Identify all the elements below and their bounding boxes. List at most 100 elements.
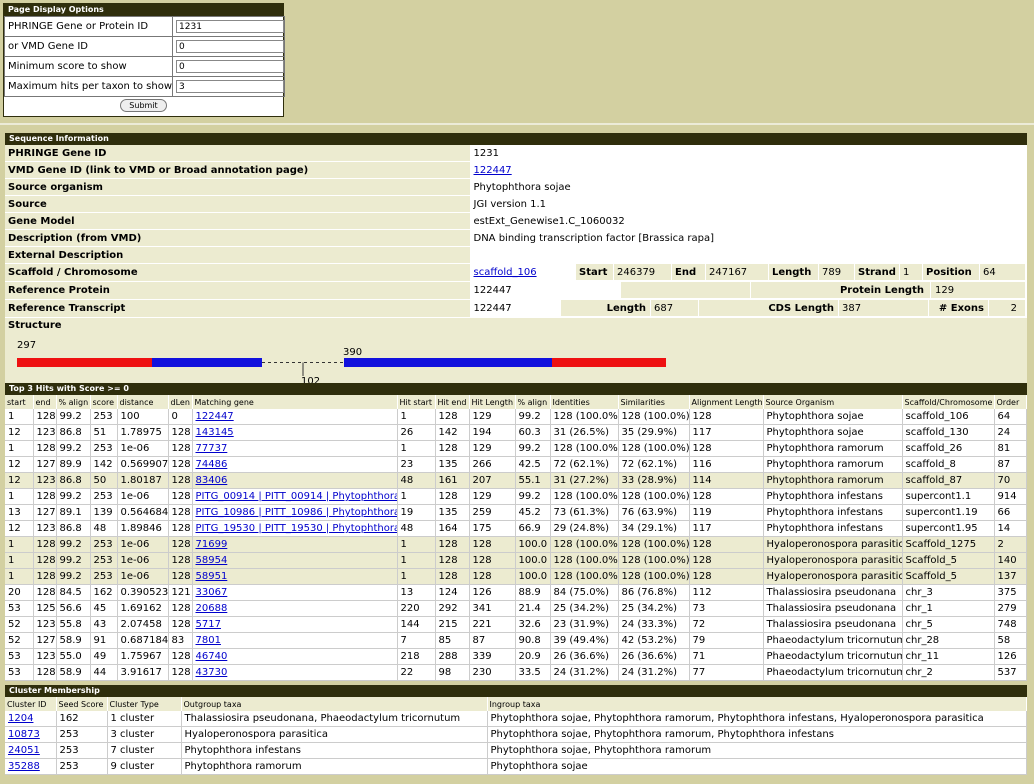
hit-cell: 1 [5,488,34,505]
hit-cell: Hyaloperonospora parasitica [763,536,903,553]
hit-cell: 32.6 [515,616,551,633]
hit-cell: 31 (26.5%) [550,424,619,441]
hit-cell: 128 (100.0%) [550,409,619,425]
submit-button[interactable]: Submit [120,99,167,112]
hit-row: 13 127 89.1 139 0.564684 128 PITG_10986 | PITT… [5,504,1027,521]
hit-cell: 128 (100.0%) [618,552,690,569]
matching-gene-link[interactable]: 74486 [196,459,228,470]
hit-cell: 126 [994,648,1027,665]
matching-gene-link[interactable]: 143145 [196,427,234,438]
hit-cell: 29 (24.8%) [550,520,619,537]
hit-cell: 112 [689,584,764,601]
hits-column-header: Hit start [397,395,436,409]
hit-cell: 24 [994,424,1027,441]
source-label: Source [5,195,471,213]
hit-cell: 128 [469,536,516,553]
hit-cell: 1e-06 [117,552,169,569]
hit-row: 53 128 58.9 44 3.91617 128 43730 22 98 230 33.5 24 … [5,664,1027,681]
matching-gene-link[interactable]: PITG_19530 | PITT_19530 | Phytophthora i [196,523,397,534]
hit-cell: 1.69162 [117,600,169,617]
hit-cell: 128 [469,552,516,569]
matching-gene-link[interactable]: 46740 [196,651,228,662]
hit-cell: 128 (100.0%) [550,536,619,553]
matching-gene-link[interactable]: 58951 [196,571,228,582]
matching-gene-link[interactable]: 7801 [196,635,221,646]
cluster-id-link[interactable]: 24051 [8,745,40,756]
hit-cell: chr_11 [902,648,995,665]
hit-cell: 76 (63.9%) [618,504,690,521]
hit-cell: 253 [90,536,118,553]
hits-column-header: dLen [168,395,193,409]
vmd-gene-link[interactable]: 122447 [474,165,512,176]
hit-cell: 137 [994,568,1027,585]
hit-cell: 128 [168,472,193,489]
matching-gene-link[interactable]: 77737 [196,443,228,454]
hit-cell: 90.8 [515,632,551,649]
hit-cell: 279 [994,600,1027,617]
matching-gene-link[interactable]: 122447 [196,411,234,422]
hit-cell: Scaffold_1275 [902,536,995,553]
strand-label: Strand [854,264,900,281]
hit-cell: 1 [5,568,34,585]
matching-gene-link[interactable]: PITG_10986 | PITT_10986 | Phytophthora i [196,507,397,518]
cluster-id-link[interactable]: 10873 [8,729,40,740]
cluster-id-link[interactable]: 35288 [8,761,40,772]
hit-cell: 116 [689,456,764,473]
hits-column-header: Scaffold/Chromosome [902,395,995,409]
hit-cell: 117 [689,424,764,441]
gene-structure-diagram [17,358,666,376]
hit-cell: 1 [397,409,436,425]
hit-cell: 81 [994,440,1027,457]
hit-cell: Thalassiosira pseudonana [763,600,903,617]
hit-cell: 70 [994,472,1027,489]
hit-cell: Thalassiosira pseudonana [763,616,903,633]
hit-cell: Phytophthora infestans [763,504,903,521]
hit-cell: 53 [5,648,34,665]
vmd-id-input[interactable] [176,40,284,53]
hit-cell: 128 [168,600,193,617]
matching-gene-link[interactable]: 5717 [196,619,221,630]
hit-cell: chr_5 [902,616,995,633]
matching-gene-link[interactable]: 20688 [196,603,228,614]
matching-gene-link[interactable]: 83406 [196,475,228,486]
hit-cell-matching-gene: 46740 [192,648,398,665]
hit-cell: 0 [168,409,193,425]
hit-cell: 58.9 [56,664,91,681]
hit-cell: 100.0 [515,552,551,569]
matching-gene-link[interactable]: 43730 [196,667,228,678]
transcript-length-value: 687 [650,300,699,317]
hit-row: 1 128 99.2 253 1e-06 128 71699 1 128 128 100.0 128 … [5,536,1027,553]
hit-cell: scaffold_8 [902,456,995,473]
transcript-length-label: Length [560,300,651,317]
matching-gene-link[interactable]: 71699 [196,539,228,550]
hit-cell: 1 [5,552,34,569]
gene-id-input[interactable] [176,20,284,33]
hit-cell: 123 [33,472,57,489]
matching-gene-link[interactable]: 58954 [196,555,228,566]
hit-cell: 128 [168,616,193,633]
matching-gene-link[interactable]: PITG_00914 | PITT_00914 | Phytophthora i [196,491,397,502]
hit-cell: 99.2 [515,409,551,425]
hit-cell: 194 [469,424,516,441]
cluster-id-link[interactable]: 1204 [8,713,33,724]
scaffold-link[interactable]: scaffold_106 [474,267,537,278]
hit-cell: 13 [5,504,34,521]
hit-cell: 86 (76.8%) [618,584,690,601]
hit-cell: 53 [5,664,34,681]
hit-cell: 79 [689,632,764,649]
cluster-column-header: Seed Score [56,697,108,711]
hit-cell: 7 [397,632,436,649]
hit-cell: 52 [5,616,34,633]
hit-cell-matching-gene: 71699 [192,536,398,553]
matching-gene-link[interactable]: 33067 [196,587,228,598]
cluster-id-cell: 35288 [5,758,57,775]
cds-length-label: CDS Length [698,300,839,317]
hit-cell: 127 [33,456,57,473]
hit-cell: 88.9 [515,584,551,601]
reference-transcript-value: 122447 [470,300,561,317]
hit-cell: 128 [168,440,193,457]
max-hits-input[interactable] [176,80,284,93]
cluster-cell: 7 cluster [107,742,182,759]
min-score-input[interactable] [176,60,284,73]
hit-cell: 14 [994,520,1027,537]
